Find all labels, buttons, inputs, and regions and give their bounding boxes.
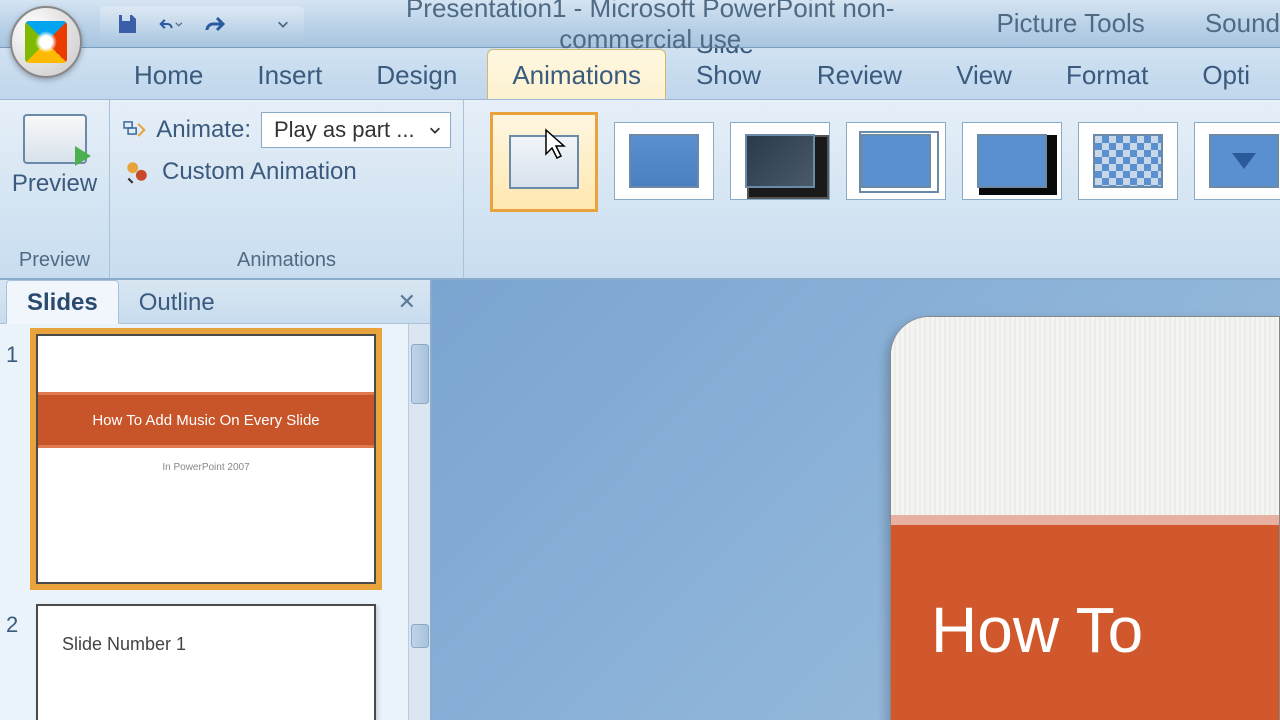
context-tab-sound[interactable]: Sound xyxy=(1165,8,1280,39)
ribbon-group-preview: Preview Preview xyxy=(0,100,110,278)
ribbon-group-animations: Animate: Play as part ... Custom Animati… xyxy=(110,100,464,278)
slides-list: 1 How To Add Music On Every Slide In Pow… xyxy=(0,324,408,720)
document-name: Presentation1 xyxy=(406,0,566,23)
slides-panel: Slides Outline ✕ 1 How To Add Music On E… xyxy=(0,280,432,720)
preview-button[interactable]: Preview xyxy=(12,108,97,204)
panel-close-button[interactable]: ✕ xyxy=(384,281,430,323)
animate-label: Animate: xyxy=(156,116,251,144)
panel-tab-slides[interactable]: Slides xyxy=(6,280,119,324)
redo-icon[interactable] xyxy=(202,11,228,37)
transition-fade[interactable] xyxy=(614,122,714,200)
main-slide-title[interactable]: How To xyxy=(891,515,1279,720)
ribbon-tabs: Home Insert Design Animations Slide Show… xyxy=(0,48,1280,100)
slide-number: 1 xyxy=(6,334,26,584)
custom-animation-label: Custom Animation xyxy=(162,158,357,186)
transition-dissolve[interactable] xyxy=(1078,122,1178,200)
tab-design[interactable]: Design xyxy=(352,50,481,99)
title-bar: Presentation1 - Microsoft PowerPoint non… xyxy=(0,0,1280,48)
animate-row: Animate: Play as part ... xyxy=(122,112,451,148)
slide-thumbnail-row: 1 How To Add Music On Every Slide In Pow… xyxy=(6,334,402,584)
transition-none[interactable] xyxy=(490,112,598,212)
transition-wipe[interactable] xyxy=(846,122,946,200)
tab-options[interactable]: Opti xyxy=(1178,50,1274,99)
tab-review[interactable]: Review xyxy=(793,50,926,99)
slide-thumbnail-1[interactable]: How To Add Music On Every Slide In Power… xyxy=(36,334,376,584)
qat-customize-icon[interactable] xyxy=(276,17,290,31)
slide-edit-area[interactable]: How To xyxy=(432,280,1280,720)
group-label-preview: Preview xyxy=(12,245,97,274)
transition-cover-down[interactable] xyxy=(1194,122,1280,200)
preview-icon xyxy=(23,114,87,164)
animate-dropdown[interactable]: Play as part ... xyxy=(261,112,451,148)
main-slide-title-text: How To xyxy=(931,593,1143,667)
tab-insert[interactable]: Insert xyxy=(233,50,346,99)
tab-home[interactable]: Home xyxy=(110,50,227,99)
tab-view[interactable]: View xyxy=(932,50,1036,99)
save-icon[interactable] xyxy=(114,11,140,37)
scrollbar-thumb[interactable] xyxy=(411,624,429,648)
chevron-down-icon xyxy=(428,123,442,137)
transition-uncover[interactable] xyxy=(962,122,1062,200)
panel-tab-outline[interactable]: Outline xyxy=(119,281,235,323)
tab-format[interactable]: Format xyxy=(1042,50,1172,99)
custom-animation-icon xyxy=(122,159,152,185)
main-slide-background xyxy=(891,317,1279,515)
office-button[interactable] xyxy=(10,6,82,78)
ribbon: Preview Preview Animate: Play as part ..… xyxy=(0,100,1280,280)
undo-icon[interactable] xyxy=(158,11,184,37)
slide-1-title: How To Add Music On Every Slide xyxy=(38,392,374,448)
ribbon-group-transitions xyxy=(464,100,1280,278)
slide-thumbnail-row: 2 Slide Number 1 xyxy=(6,604,402,720)
transition-cut[interactable] xyxy=(730,122,830,200)
group-label-animations: Animations xyxy=(122,245,451,274)
slide-2-body: Slide Number 1 xyxy=(62,634,186,655)
tab-animations[interactable]: Animations xyxy=(487,49,666,99)
workspace: Slides Outline ✕ 1 How To Add Music On E… xyxy=(0,280,1280,720)
context-tab-picture-tools[interactable]: Picture Tools xyxy=(956,8,1164,39)
animate-icon xyxy=(122,117,146,143)
custom-animation-button[interactable]: Custom Animation xyxy=(122,158,451,186)
main-slide[interactable]: How To xyxy=(890,316,1280,720)
slide-number: 2 xyxy=(6,604,26,720)
panel-tabs: Slides Outline ✕ xyxy=(0,280,430,324)
quick-access-toolbar xyxy=(100,6,304,42)
scrollbar-thumb[interactable] xyxy=(411,344,429,404)
slide-1-subtitle: In PowerPoint 2007 xyxy=(162,462,249,473)
office-logo-icon xyxy=(25,21,67,63)
slides-scrollbar[interactable] xyxy=(408,324,430,720)
chevron-down-icon[interactable] xyxy=(174,17,184,31)
slide-thumbnail-2[interactable]: Slide Number 1 xyxy=(36,604,376,720)
animate-dropdown-value: Play as part ... xyxy=(274,117,415,143)
transition-gallery xyxy=(476,108,1280,212)
window-title: Presentation1 - Microsoft PowerPoint non… xyxy=(344,0,956,55)
preview-button-label: Preview xyxy=(12,170,97,198)
app-name: Microsoft PowerPoint non-commercial use xyxy=(559,0,894,54)
